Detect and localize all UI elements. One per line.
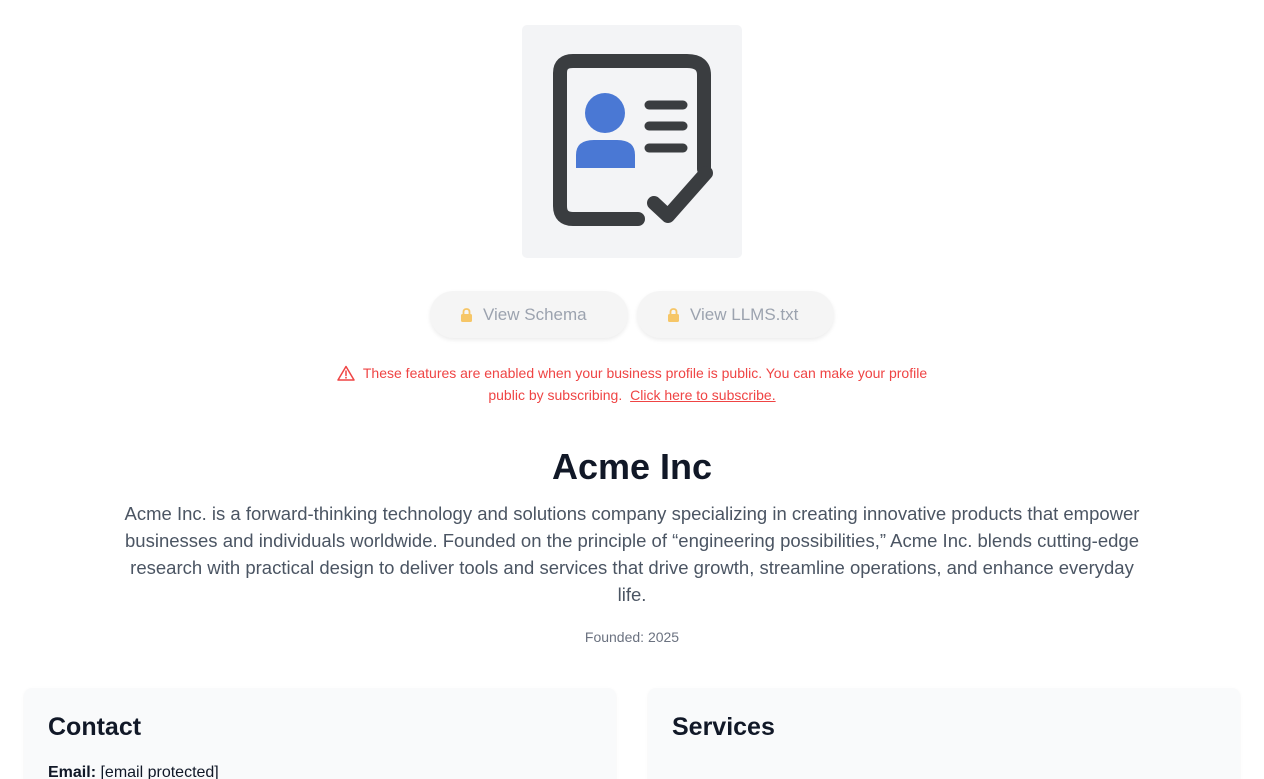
founded-year: Founded: 2025 xyxy=(584,629,680,645)
view-llms-button[interactable]: View LLMS.txt xyxy=(637,291,834,338)
contact-card-check-icon xyxy=(553,54,713,226)
contact-heading: Contact xyxy=(48,713,142,741)
view-llms-label: View LLMS.txt xyxy=(690,304,799,324)
services-card: Services xyxy=(648,688,1240,779)
view-schema-button[interactable]: View Schema xyxy=(430,291,628,338)
contact-card: Contact Email: [email protected] xyxy=(24,688,616,779)
business-name: Acme Inc xyxy=(551,446,713,487)
services-heading: Services xyxy=(672,713,775,741)
subscribe-link[interactable]: Click here to subscribe. xyxy=(630,387,776,403)
lock-icon xyxy=(461,307,472,322)
business-description: Acme Inc. is a forward-thinking technolo… xyxy=(124,503,1140,605)
feature-buttons: View Schema View LLMS.txt xyxy=(0,291,1264,338)
view-schema-label: View Schema xyxy=(483,304,587,324)
business-profile-page: View Schema View LLMS.txt These features… xyxy=(0,0,1264,779)
lock-icon xyxy=(668,307,679,322)
email-label: Email: xyxy=(48,764,97,779)
email-value[interactable]: [email protected] xyxy=(100,764,218,779)
warning-icon xyxy=(337,365,355,381)
contact-email-row: Email: [email protected] xyxy=(48,764,219,779)
public-profile-notice: These features are enabled when your bus… xyxy=(332,362,932,406)
business-logo xyxy=(522,25,742,258)
